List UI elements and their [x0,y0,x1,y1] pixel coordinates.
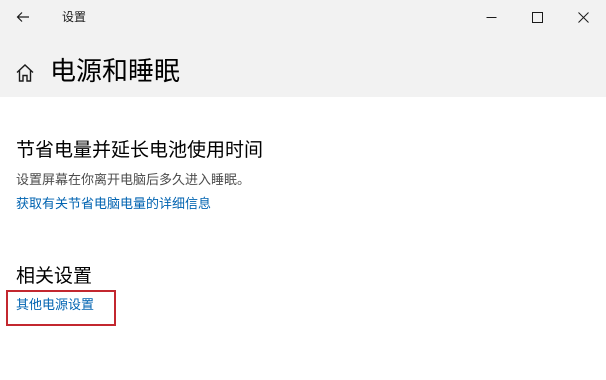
close-button[interactable] [560,0,606,34]
page-title: 电源和睡眠 [50,57,181,87]
home-icon[interactable] [14,62,36,84]
window-title: 设置 [62,10,87,24]
settings-window: 设置 电源和睡眠 节省电量并延长电池使用时间 设置屏幕在你离开电脑后多久进入睡眠… [0,0,606,380]
maximize-icon [531,11,543,23]
minimize-icon [486,16,496,18]
additional-power-settings-link[interactable]: 其他电源设置 [16,297,94,315]
page-header: 电源和睡眠 [0,50,606,96]
close-icon [577,11,589,23]
battery-section-heading: 节省电量并延长电池使用时间 [16,139,264,161]
back-arrow-icon [16,12,29,22]
related-settings-heading: 相关设置 [16,265,93,287]
title-bar: 设置 [0,0,606,34]
minimize-button[interactable] [468,0,514,34]
battery-section-description: 设置屏幕在你离开电脑后多久进入睡眠。 [16,173,251,188]
maximize-button[interactable] [514,0,560,34]
content-area: 节省电量并延长电池使用时间 设置屏幕在你离开电脑后多久进入睡眠。 获取有关节省电… [0,97,606,380]
power-saving-info-link[interactable]: 获取有关节省电脑电量的详细信息 [16,196,211,214]
back-button[interactable] [0,0,46,34]
header-area: 设置 电源和睡眠 [0,0,606,97]
